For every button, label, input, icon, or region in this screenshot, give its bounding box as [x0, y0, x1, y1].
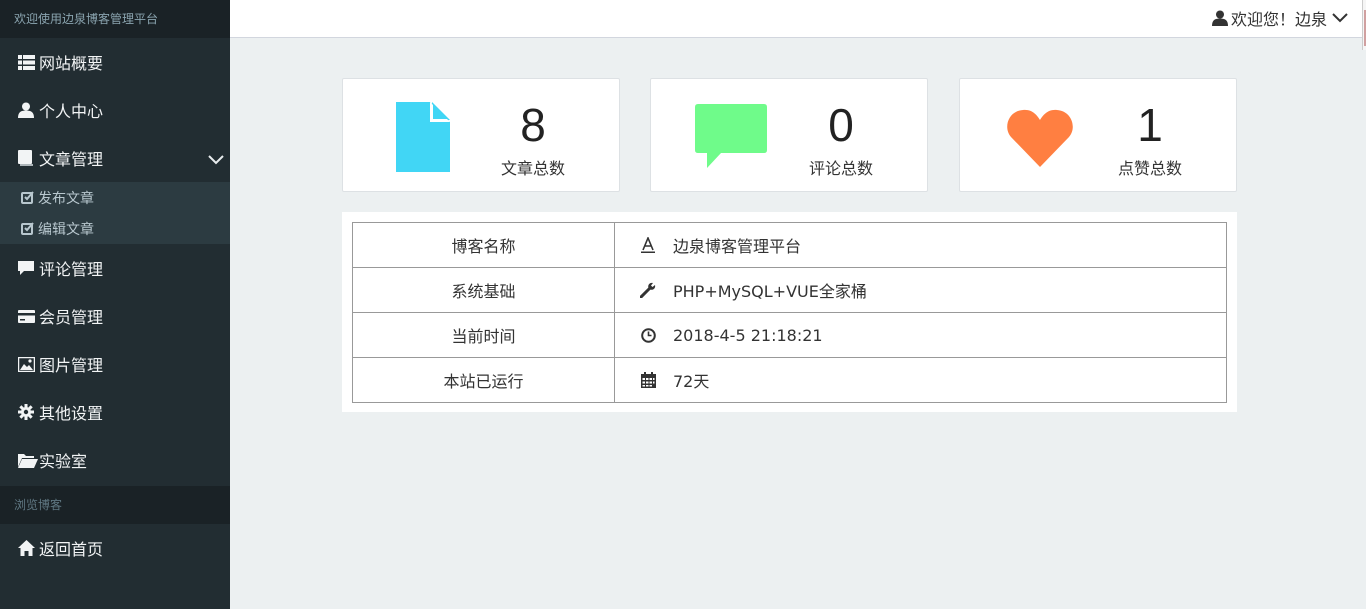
sidebar-item-label: 图片管理 — [39, 356, 104, 375]
credit-card-icon — [18, 307, 38, 325]
sidebar-item-label: 评论管理 — [39, 260, 104, 279]
stat-label: 评论总数 — [808, 159, 873, 178]
stat-card-comments: 0 评论总数 — [650, 78, 928, 192]
stat-label: 文章总数 — [500, 159, 565, 178]
sidebar-item-home[interactable]: 返回首页 — [0, 524, 230, 572]
sidebar-item-settings[interactable]: 其他设置 — [0, 388, 230, 436]
wrench-icon — [639, 282, 657, 298]
info-value: 72天 — [673, 372, 710, 391]
book-icon — [18, 149, 38, 167]
user-menu[interactable]: 欢迎您！边泉 — [1211, 0, 1348, 36]
site-info-table: 博客名称 边泉博客管理平台 系统基础 PHP+MySQL+VUE全家桶 当前时间… — [352, 222, 1227, 403]
info-key: 博客名称 — [352, 222, 615, 268]
clock-icon — [639, 328, 657, 344]
sidebar-item-lab[interactable]: 实验室 — [0, 436, 230, 484]
top-bar: 欢迎您！边泉 — [230, 0, 1366, 38]
user-icon — [1211, 10, 1228, 26]
sidebar-item-overview[interactable]: 网站概要 — [0, 38, 230, 86]
site-info-panel: 博客名称 边泉博客管理平台 系统基础 PHP+MySQL+VUE全家桶 当前时间… — [342, 212, 1237, 412]
sidebar-item-label: 实验室 — [39, 452, 88, 471]
sidebar-item-label: 文章管理 — [39, 150, 104, 169]
font-icon — [639, 237, 657, 253]
sidebar-item-label: 会员管理 — [39, 308, 104, 327]
comment-icon — [691, 101, 771, 173]
sidebar-item-members[interactable]: 会员管理 — [0, 292, 230, 340]
th-list-icon — [18, 53, 38, 71]
chevron-down-icon — [208, 150, 224, 169]
edit-icon — [21, 191, 38, 204]
sidebar-item-comments[interactable]: 评论管理 — [0, 244, 230, 292]
sidebar-item-label: 其他设置 — [39, 404, 104, 423]
file-icon — [383, 101, 463, 173]
sidebar-item-label: 个人中心 — [39, 102, 104, 121]
sidebar-section-browse: 浏览博客 — [0, 486, 230, 524]
info-key: 当前时间 — [352, 312, 615, 358]
home-icon — [18, 539, 38, 557]
stat-value: 8 — [520, 99, 546, 151]
table-row: 博客名称 边泉博客管理平台 — [352, 222, 1227, 268]
stat-card-articles: 8 文章总数 — [342, 78, 620, 192]
comment-icon — [18, 259, 38, 277]
table-row: 本站已运行 72天 — [352, 357, 1227, 403]
info-key: 本站已运行 — [352, 357, 615, 403]
stat-value: 1 — [1137, 99, 1163, 151]
info-value-cell: PHP+MySQL+VUE全家桶 — [614, 267, 1227, 313]
user-greeting: 欢迎您！边泉 — [1230, 10, 1327, 29]
sidebar-item-images[interactable]: 图片管理 — [0, 340, 230, 388]
submenu-item-label: 发布文章 — [38, 190, 94, 207]
submenu-item-label: 编辑文章 — [38, 221, 94, 238]
info-value-cell: 72天 — [614, 357, 1227, 403]
info-value: 边泉博客管理平台 — [673, 237, 802, 256]
heart-icon — [1000, 101, 1080, 173]
info-value: PHP+MySQL+VUE全家桶 — [673, 282, 867, 301]
sidebar-item-label: 返回首页 — [39, 540, 104, 559]
stat-card-likes: 1 点赞总数 — [959, 78, 1237, 192]
calendar-icon — [639, 372, 657, 388]
stat-label: 点赞总数 — [1117, 159, 1182, 178]
sidebar: 欢迎使用边泉博客管理平台 网站概要 个人中心 文章管理 发布文章 编辑文章 评论… — [0, 0, 230, 609]
gear-icon — [18, 403, 38, 421]
scrollbar[interactable] — [1362, 0, 1366, 50]
edit-icon — [21, 222, 38, 235]
sidebar-header: 欢迎使用边泉博客管理平台 — [0, 0, 230, 38]
stat-value: 0 — [828, 99, 854, 151]
submenu-item-edit[interactable]: 编辑文章 — [0, 213, 230, 244]
sidebar-item-articles[interactable]: 文章管理 — [0, 134, 230, 182]
table-row: 系统基础 PHP+MySQL+VUE全家桶 — [352, 267, 1227, 313]
submenu-item-publish[interactable]: 发布文章 — [0, 182, 230, 213]
sidebar-item-label: 网站概要 — [39, 54, 104, 73]
info-key: 系统基础 — [352, 267, 615, 313]
articles-submenu: 发布文章 编辑文章 — [0, 182, 230, 244]
user-icon — [18, 101, 38, 119]
table-row: 当前时间 2018-4-5 21:18:21 — [352, 312, 1227, 358]
chevron-down-icon — [1332, 13, 1348, 23]
folder-open-icon — [18, 451, 38, 469]
sidebar-item-profile[interactable]: 个人中心 — [0, 86, 230, 134]
info-value-cell: 边泉博客管理平台 — [614, 222, 1227, 268]
info-value: 2018-4-5 21:18:21 — [673, 326, 823, 345]
picture-icon — [18, 355, 38, 373]
info-value-cell: 2018-4-5 21:18:21 — [614, 312, 1227, 358]
